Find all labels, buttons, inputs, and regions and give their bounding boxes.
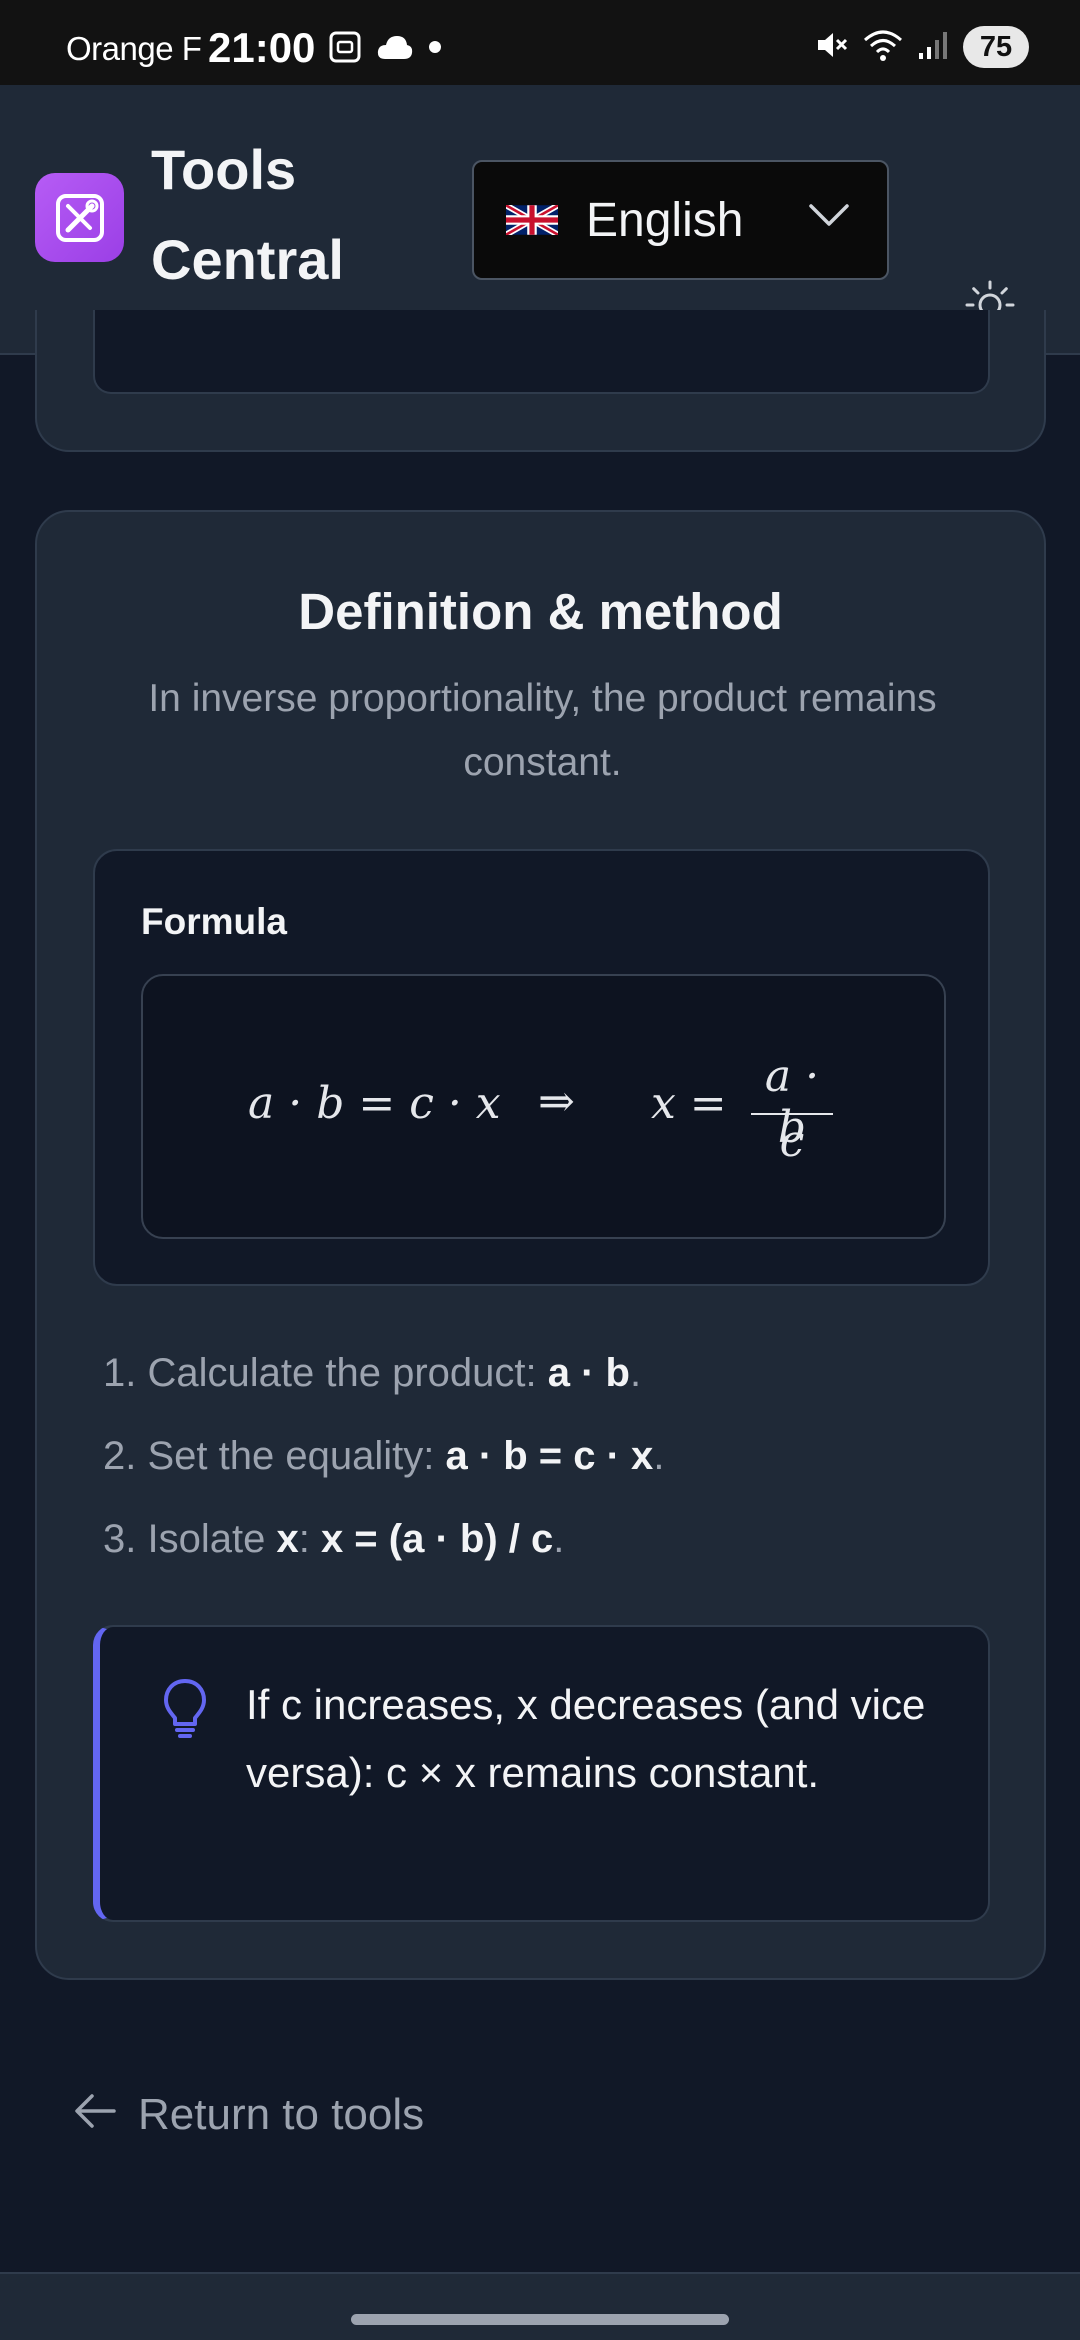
- formula-label: Formula: [141, 901, 287, 942]
- return-label: Return to tools: [138, 2090, 425, 2139]
- formula-rhs-prefix: x =: [651, 1078, 727, 1129]
- fraction-bar: [751, 1113, 833, 1115]
- list-item: 2. Set the equality: a · b = c · x.: [103, 1434, 665, 1478]
- list-item: 3. Isolate x: x = (a · b) / c.: [103, 1517, 565, 1561]
- section-subtitle: In inverse proportionality, the product …: [148, 677, 937, 784]
- uk-flag-icon: [504, 202, 560, 238]
- formula-denominator: c: [779, 1116, 805, 1167]
- previous-section-inner: [93, 310, 990, 394]
- method-steps: 1. Calculate the product: a · b. 2. Set …: [103, 1332, 664, 1581]
- screenshot-icon: [328, 30, 362, 69]
- app-title[interactable]: Tools Central: [151, 125, 344, 305]
- definition-card: Definition & method In inverse proportio…: [35, 510, 1046, 1980]
- app-title-line2: Central: [151, 228, 344, 291]
- formula-box: Formula a · b = c · x ⇒ x = a · b c: [93, 849, 990, 1286]
- tip-text: If c increases, x decreases (and vice ve…: [246, 1681, 926, 1796]
- battery-indicator: 75: [963, 26, 1029, 68]
- status-bar: Orange F 21:00 75: [0, 0, 1080, 85]
- return-to-tools-link[interactable]: Return to tools: [74, 2090, 424, 2140]
- clock: 21:00: [208, 24, 316, 71]
- tip-callout: If c increases, x decreases (and vice ve…: [93, 1625, 990, 1922]
- chevron-down-icon: [807, 202, 851, 233]
- previous-section-card: [35, 310, 1046, 452]
- wifi-icon: [863, 28, 903, 67]
- language-label: English: [586, 193, 744, 247]
- implies-symbol: ⇒: [538, 1076, 575, 1127]
- formula-lhs: a · b = c · x: [248, 1078, 501, 1129]
- language-select[interactable]: English: [472, 160, 889, 280]
- signal-icon: [917, 29, 949, 66]
- lightbulb-icon: [162, 1677, 208, 1744]
- tools-icon[interactable]: [35, 173, 124, 262]
- list-item: 1. Calculate the product: a · b.: [103, 1351, 642, 1395]
- section-title: Definition & method: [298, 583, 783, 640]
- arrow-left-icon: [74, 2090, 116, 2140]
- mute-icon: [815, 28, 849, 67]
- bottom-bar: [0, 2272, 1080, 2340]
- formula-display: a · b = c · x ⇒ x = a · b c: [141, 974, 946, 1239]
- dot-icon: [428, 40, 442, 59]
- home-indicator[interactable]: [351, 2314, 729, 2325]
- carrier-label: Orange F: [66, 30, 202, 67]
- cloud-icon: [376, 33, 414, 66]
- app-title-line1: Tools: [151, 138, 297, 201]
